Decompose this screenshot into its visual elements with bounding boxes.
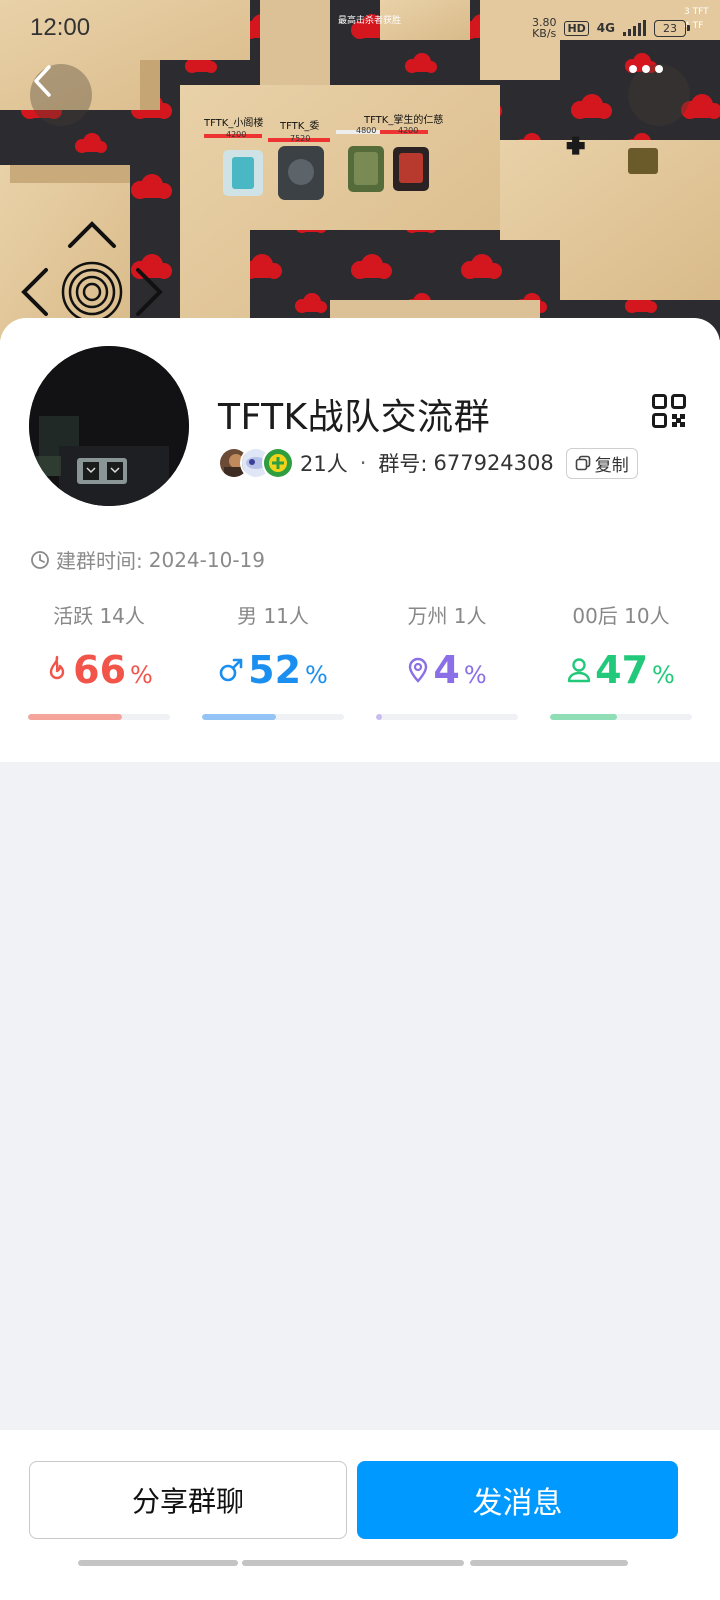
net-speed-unit: KB/s — [532, 27, 557, 40]
nav-indicator-center — [242, 1560, 464, 1566]
banner-hp-2: 7520 — [290, 134, 310, 143]
stat-value: 52 % — [218, 648, 328, 692]
signal-icon — [623, 20, 646, 36]
banner-player-tag-3: TFTK_掌生的仁慈 — [363, 113, 443, 126]
stat-progress-fill — [550, 714, 617, 720]
stat-number: 47 — [595, 648, 649, 692]
stat-progress-fill — [376, 714, 382, 720]
battery-level: 23 — [654, 19, 686, 37]
stat-gender[interactable]: 男 11人 52 % — [202, 600, 344, 720]
send-message-button[interactable]: 发消息 — [357, 1461, 678, 1539]
stat-value: 4 % — [407, 648, 487, 692]
group-name: TFTK战队交流群 — [218, 397, 491, 438]
qr-code-icon — [652, 394, 686, 428]
back-button[interactable] — [30, 64, 92, 126]
location-pin-icon — [409, 657, 428, 683]
share-group-button[interactable]: 分享群聊 — [29, 1461, 347, 1539]
stat-progress-fill — [202, 714, 276, 720]
group-avatar[interactable] — [29, 346, 189, 506]
stat-number: 66 — [73, 648, 127, 692]
stat-label: 活跃 14人 — [53, 604, 145, 628]
status-bar: 12:00 3.80 KB/s HD 4G 23 — [0, 0, 720, 56]
copy-label: 复制 — [594, 455, 629, 476]
banner-hp-1: 4200 — [226, 130, 246, 139]
stat-label: 00后 10人 — [572, 604, 670, 628]
stat-progress-bar — [28, 714, 170, 720]
status-time: 12:00 — [30, 14, 91, 41]
stat-location[interactable]: 万州 1人 4 % — [376, 600, 518, 720]
stat-progress-fill — [28, 714, 122, 720]
male-icon — [219, 658, 243, 682]
network-type: 4G — [596, 21, 615, 35]
chevron-left-icon — [34, 65, 51, 97]
created-label: 建群时间: — [56, 549, 143, 573]
stat-value: 47 % — [567, 648, 675, 692]
meta-separator: · — [359, 451, 367, 475]
stat-progress-bar — [376, 714, 518, 720]
banner-player-tag-2: TFTK_委 — [279, 119, 319, 132]
member-avatars[interactable] — [218, 447, 294, 479]
stat-number: 4 — [433, 648, 460, 692]
more-dots-icon — [629, 65, 663, 73]
member-avatar — [262, 447, 294, 479]
stat-age[interactable]: 00后 10人 47 % — [550, 600, 692, 720]
battery-icon: 23 — [654, 19, 690, 37]
nav-indicator-right — [470, 1560, 628, 1566]
created-date-row: 建群时间: 2024-10-19 — [30, 545, 265, 574]
group-cover-banner: TFTK_小阁楼 TFTK_委 TFTK_掌生的仁慈 4200 7520 480… — [0, 0, 720, 340]
group-meta-row: 21人 · 群号: 677924308 复制 — [218, 446, 638, 480]
status-icons: 3.80 KB/s HD 4G 23 — [532, 17, 690, 39]
stat-unit: % — [130, 661, 153, 689]
stat-unit: % — [463, 661, 487, 689]
qr-code-button[interactable] — [652, 394, 686, 432]
banner-player-tag-1: TFTK_小阁楼 — [203, 116, 263, 129]
stat-label: 万州 1人 — [407, 604, 487, 628]
stat-unit: % — [652, 661, 675, 689]
stat-progress-bar — [202, 714, 344, 720]
copy-icon — [575, 455, 591, 471]
flame-icon — [49, 655, 65, 680]
stat-value: 66 % — [45, 648, 153, 692]
group-stats: 活跃 14人 66 % 男 11人 52 % 万州 1人 4 % 00后 10人… — [28, 600, 692, 720]
banner-hp-3: 4800 — [356, 126, 376, 135]
stat-label: 男 11人 — [237, 604, 309, 628]
net-speed: 3.80 KB/s — [532, 17, 557, 39]
group-number-label: 群号: — [378, 452, 428, 476]
hd-badge: HD — [564, 20, 589, 36]
stat-number: 52 — [248, 648, 302, 692]
more-options-button[interactable] — [628, 64, 690, 126]
group-number: 677924308 — [433, 451, 554, 475]
created-date: 2024-10-19 — [148, 547, 265, 572]
member-count: 21人 — [300, 452, 348, 476]
nav-indicator-left — [78, 1560, 238, 1566]
banner-hp-4: 4200 — [398, 126, 418, 135]
stat-unit: % — [305, 661, 328, 689]
person-icon — [567, 658, 591, 683]
stat-active[interactable]: 活跃 14人 66 % — [28, 600, 170, 720]
copy-group-number-button[interactable]: 复制 — [565, 447, 638, 479]
stat-progress-bar — [550, 714, 692, 720]
clock-icon — [31, 550, 49, 569]
group-avatar-image — [29, 346, 189, 506]
